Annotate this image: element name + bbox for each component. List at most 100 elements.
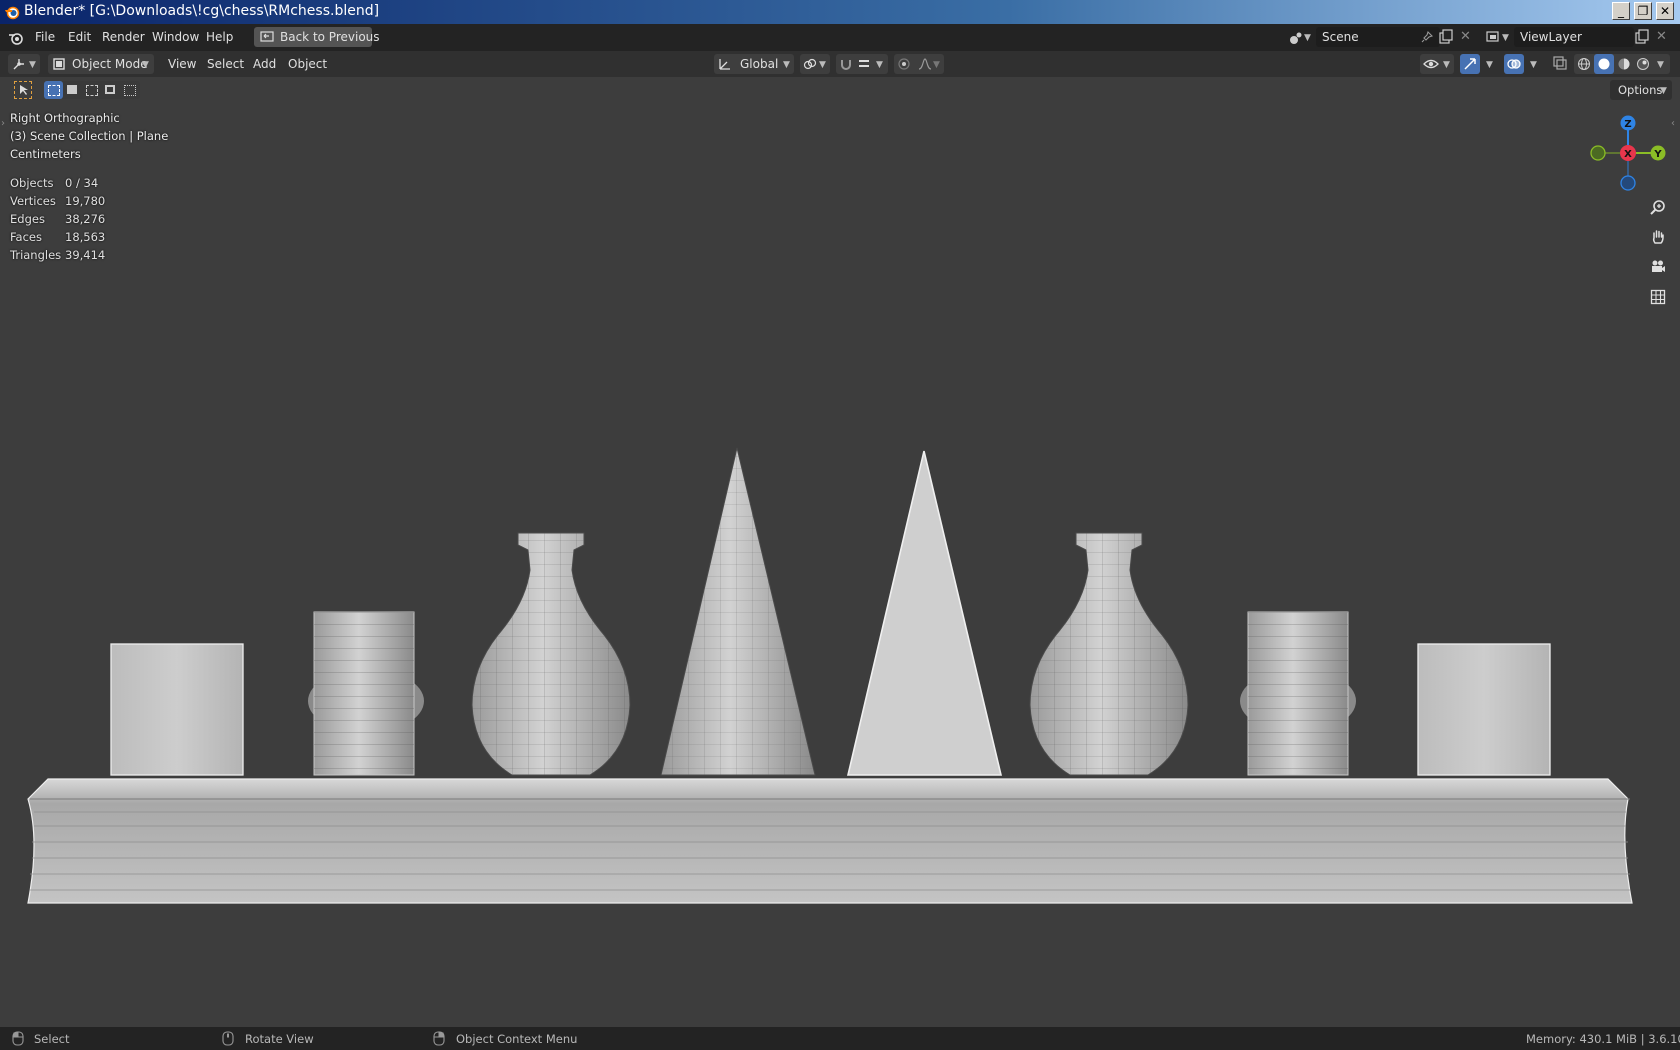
options-dropdown[interactable]: Options ▼ xyxy=(1610,80,1672,100)
menu-render[interactable]: Render xyxy=(102,30,145,44)
mouse-right-click-icon xyxy=(433,1031,445,1046)
editor-type-button[interactable]: ▼ xyxy=(8,54,40,74)
scene-field-value: Scene xyxy=(1322,30,1359,44)
menu-view[interactable]: View xyxy=(168,57,196,71)
falloff-curve-icon[interactable] xyxy=(918,57,932,71)
chevron-down-icon: ▼ xyxy=(1486,60,1493,70)
view-layer-field[interactable]: ViewLayer xyxy=(1514,27,1634,47)
view-layer-icon[interactable] xyxy=(1486,29,1502,45)
mouse-middle-click-icon xyxy=(222,1031,234,1046)
chevron-down-icon: ▼ xyxy=(819,60,826,70)
gizmo-arrow-icon xyxy=(1464,58,1476,70)
3d-viewport-icon xyxy=(13,59,24,70)
pivot-point-dropdown[interactable]: ▼ xyxy=(800,54,830,74)
right-vase-mesh[interactable] xyxy=(1029,532,1189,776)
left-vase-mesh[interactable] xyxy=(471,532,631,776)
chevron-down-icon: ▼ xyxy=(1304,33,1311,43)
gizmo-toggle-button[interactable] xyxy=(1460,54,1480,74)
close-window-button[interactable]: ✕ xyxy=(1656,2,1674,20)
minimize-button[interactable]: _ xyxy=(1612,2,1630,20)
chevron-down-icon: ▼ xyxy=(1443,60,1450,70)
menu-add[interactable]: Add xyxy=(253,57,276,71)
right-cube-mesh[interactable] xyxy=(1417,643,1551,776)
chevron-down-icon: ▼ xyxy=(142,60,149,70)
chevron-down-icon: ▼ xyxy=(1657,60,1664,70)
scene-icon[interactable] xyxy=(1288,30,1304,46)
view-layer-field-value: ViewLayer xyxy=(1520,30,1582,44)
overlay-toggle-group[interactable]: ▼ xyxy=(1504,54,1542,74)
selection-mode-group[interactable] xyxy=(44,81,140,99)
window-title-bar: Blender* [G:\Downloads\!cg\chess\RMchess… xyxy=(0,0,1680,24)
orientation-label: Global xyxy=(740,57,779,71)
delete-view-layer-icon[interactable]: ✕ xyxy=(1656,29,1667,44)
proportional-edit-icon[interactable] xyxy=(897,57,911,71)
menu-file[interactable]: File xyxy=(35,30,55,44)
new-scene-icon[interactable] xyxy=(1438,29,1454,45)
viewport-header: ▼ Object Mode ▼ View Select Add Object G… xyxy=(0,51,1680,77)
delete-scene-icon[interactable]: ✕ xyxy=(1460,29,1471,44)
new-view-layer-icon[interactable] xyxy=(1634,29,1650,45)
chevron-down-icon: ▼ xyxy=(29,60,36,70)
material-shading-icon[interactable] xyxy=(1617,57,1631,71)
mouse-left-click-icon xyxy=(12,1031,24,1046)
object-mode-icon xyxy=(53,58,65,70)
tool-header: Options ▼ xyxy=(0,77,1680,103)
wireframe-shading-icon[interactable] xyxy=(1577,57,1591,71)
back-to-previous-button[interactable]: Back to Previous xyxy=(254,27,380,47)
overlay-toggle-button[interactable] xyxy=(1504,54,1524,74)
shading-mode-group[interactable]: ▼ xyxy=(1574,54,1670,74)
menu-select[interactable]: Select xyxy=(207,57,244,71)
board-base-mesh[interactable] xyxy=(27,778,1633,904)
selection-mode-set-button[interactable] xyxy=(44,81,63,99)
orientation-global-icon xyxy=(719,59,730,70)
chevron-down-icon: ▼ xyxy=(933,60,940,70)
selection-invert-icon[interactable] xyxy=(105,85,115,94)
viewport-canvas[interactable] xyxy=(0,103,1680,1027)
chevron-down-icon: ▼ xyxy=(1502,33,1509,43)
menu-window[interactable]: Window xyxy=(152,30,199,44)
gizmo-toggle-group[interactable]: ▼ xyxy=(1460,54,1498,74)
status-bar: Select Rotate View Object Context Menu M… xyxy=(0,1027,1680,1050)
menu-object[interactable]: Object xyxy=(288,57,327,71)
blender-logo-icon xyxy=(5,6,20,20)
snap-magnet-icon[interactable] xyxy=(839,57,853,71)
restore-button[interactable]: ❐ xyxy=(1634,2,1652,20)
options-label: Options xyxy=(1618,83,1663,97)
status-memory: Memory: 430.1 MiB | 3.6.10 xyxy=(1526,1032,1680,1046)
right-rook-mesh[interactable] xyxy=(1240,611,1356,776)
triangle-pyramid-mesh[interactable] xyxy=(846,450,1003,776)
proportional-edit-group[interactable]: ▼ xyxy=(894,54,944,74)
left-cube-mesh[interactable] xyxy=(110,643,244,776)
snap-group[interactable]: ▼ xyxy=(836,54,888,74)
selection-extend-icon[interactable] xyxy=(67,85,77,94)
select-tool-button[interactable] xyxy=(14,81,32,99)
menu-edit[interactable]: Edit xyxy=(68,30,91,44)
cursor-arrow-icon xyxy=(20,85,28,95)
selection-set-icon xyxy=(48,85,60,96)
object-mode-dropdown[interactable]: Object Mode ▼ xyxy=(48,54,154,74)
back-to-previous-label: Back to Previous xyxy=(280,30,380,44)
scene-field[interactable]: Scene xyxy=(1316,27,1440,47)
visibility-dropdown[interactable]: ▼ xyxy=(1420,54,1454,74)
selection-subtract-icon[interactable] xyxy=(86,85,98,96)
solid-shading-button[interactable] xyxy=(1594,54,1614,74)
blender-menu-icon[interactable] xyxy=(8,30,24,46)
status-rotate-view: Rotate View xyxy=(245,1032,314,1046)
chevron-down-icon: ▼ xyxy=(1530,60,1537,70)
top-menu-bar: File Edit Render Window Help Back to Pre… xyxy=(0,24,1680,51)
snap-increment-icon[interactable] xyxy=(857,57,871,71)
wire-cone-mesh[interactable] xyxy=(660,447,816,776)
selection-intersect-icon[interactable] xyxy=(124,85,136,96)
transform-orientation-dropdown[interactable]: Global ▼ xyxy=(714,54,794,74)
pin-icon[interactable] xyxy=(1420,30,1434,44)
menu-help[interactable]: Help xyxy=(206,30,233,44)
status-select: Select xyxy=(34,1032,70,1046)
rendered-shading-icon[interactable] xyxy=(1636,57,1650,71)
xray-toggle-icon[interactable] xyxy=(1552,55,1568,71)
eye-icon xyxy=(1423,59,1439,69)
object-mode-label: Object Mode xyxy=(72,57,148,71)
left-rook-mesh[interactable] xyxy=(308,611,424,776)
chevron-down-icon: ▼ xyxy=(1660,86,1667,96)
solid-shading-icon xyxy=(1598,58,1610,70)
overlay-circles-icon xyxy=(1507,59,1521,69)
